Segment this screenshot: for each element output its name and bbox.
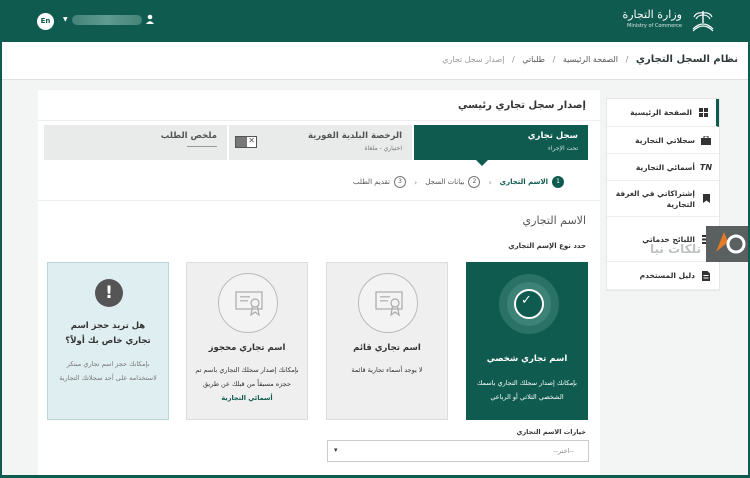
- stage-request-summary[interactable]: ملخص الطلب: [44, 125, 227, 160]
- system-title: نظام السجل التجاري: [635, 54, 738, 65]
- select-placeholder: --اختر--: [553, 447, 574, 455]
- trade-name-options-label: خيارات الاسم التجاري: [516, 428, 586, 436]
- grid-icon: [698, 108, 708, 118]
- card-reserve-trade-name[interactable]: ! هل تريد حجز اسم تجاري خاص بك أولاً؟ بإ…: [47, 262, 169, 420]
- step-number[interactable]: 3: [394, 176, 407, 188]
- divider: [38, 120, 600, 121]
- breadcrumb: نظام السجل التجاري / الصفحة الرئيسية / ط…: [442, 54, 738, 65]
- step-label-submit[interactable]: تقديم الطلب: [353, 178, 390, 186]
- tn-icon: TN: [699, 162, 713, 172]
- breadcrumb-current: إصدار سجل تجاري: [442, 55, 505, 64]
- card-description-text: بإمكانك إصدار سجلك التجاري باسم تم حجزه …: [195, 366, 299, 388]
- trade-name-options-select[interactable]: --اختر-- ▾: [327, 440, 589, 462]
- ministry-logo[interactable]: وزارة التجارة Ministry of Commerce: [606, 8, 716, 34]
- step-number[interactable]: 1: [552, 176, 565, 188]
- language-toggle[interactable]: En: [37, 13, 54, 30]
- stage-title: سجل تجاري: [527, 131, 578, 141]
- card-title: اسم تجاري محجوز: [208, 343, 286, 353]
- certificate-icon: [358, 273, 418, 333]
- breadcrumb-separator: /: [512, 55, 515, 64]
- username-blurred[interactable]: [72, 15, 142, 25]
- stage-status: اختياري - ملغاة: [364, 145, 402, 152]
- exclamation-icon: !: [95, 279, 123, 307]
- chevron-left-icon: ‹: [488, 177, 492, 187]
- card-title: هل تريد حجز اسم تجاري خاص بك أولاً؟: [65, 321, 151, 346]
- breadcrumb-separator: /: [625, 55, 629, 64]
- sidebar-item-label: الصفحة الرئيسية: [630, 108, 692, 117]
- sidebar-item-chamber-subscriptions[interactable]: إشتراكاتي في الغرفة التجارية: [607, 181, 719, 217]
- close-icon: ✕: [248, 136, 255, 145]
- stage-municipal-license[interactable]: الرخصة البلدية الفورية اختياري - ملغاة ✕: [229, 125, 412, 160]
- ministry-name-ar: وزارة التجارة: [622, 8, 682, 21]
- main-panel: إصدار سجل تجاري رئيسي سجل تجاري تحت الإج…: [38, 90, 600, 475]
- step-number[interactable]: 2: [468, 176, 481, 188]
- stage-commercial-record[interactable]: سجل تجاري تحت الإجراء: [414, 125, 588, 166]
- sidebar: الصفحة الرئيسية سجلاتي التجارية TN أسمائ…: [606, 98, 720, 291]
- breadcrumb-requests[interactable]: طلباتي: [522, 55, 545, 64]
- sidebar-item-user-guide[interactable]: دليل المستخدم: [607, 262, 719, 290]
- chevron-left-icon: ‹: [414, 177, 418, 187]
- sidebar-item-home[interactable]: الصفحة الرئيسية: [607, 99, 719, 127]
- card-description: لا يوجد أسماء تجارية قائمة: [351, 366, 423, 374]
- sidebar-item-label: دليل المستخدم: [639, 271, 695, 280]
- palm-swords-emblem-icon: [692, 11, 714, 32]
- section-subtitle: حدد نوع الإسم التجاري: [508, 242, 586, 250]
- sidebar-item-trade-names[interactable]: TN أسمائي التجارية: [607, 154, 719, 181]
- page-header: نظام السجل التجاري / الصفحة الرئيسية / ط…: [0, 42, 750, 80]
- divider: [38, 200, 600, 201]
- divider: [187, 146, 217, 147]
- card-existing-trade-name[interactable]: اسم تجاري قائم لا يوجد أسماء تجارية قائم…: [326, 262, 448, 420]
- card-personal-trade-name[interactable]: ✓ اسم تجاري شخصي بإمكانك إصدار سجلك التج…: [466, 262, 588, 420]
- briefcase-icon: [701, 135, 711, 145]
- ministry-name-en: Ministry of Commerce: [627, 23, 682, 29]
- card-description: بإمكانك حجز اسم تجاري مبتكر لاستخدامه عل…: [59, 360, 157, 382]
- sidebar-item-label: سجلاتي التجارية: [635, 135, 695, 145]
- stage-pointer: [476, 160, 488, 166]
- user-icon[interactable]: [146, 14, 154, 24]
- watermark-text: تلكات نيا: [650, 242, 702, 256]
- section-title: الاسم التجاري: [522, 214, 586, 227]
- bookmark-icon: [701, 194, 711, 204]
- step-label-record-data[interactable]: بيانات السجل: [425, 178, 464, 186]
- card-description: بإمكانك إصدار سجلك التجاري باسم تم حجزه …: [195, 363, 299, 405]
- sidebar-item-label: إشتراكاتي في الغرفة التجارية: [615, 188, 695, 209]
- frame-border: [0, 42, 2, 478]
- chevron-down-icon: ▾: [334, 446, 338, 454]
- stage-title: الرخصة البلدية الفورية: [307, 131, 402, 141]
- card-description: بإمكانك إصدار سجلك التجاري باسمك الشخصي …: [477, 379, 577, 401]
- certificate-icon: [218, 273, 278, 333]
- page-title: إصدار سجل تجاري رئيسي: [458, 100, 586, 111]
- license-toggle[interactable]: ✕: [235, 136, 257, 148]
- my-trade-names-link[interactable]: أسمائي التجارية: [221, 394, 272, 402]
- breadcrumb-separator: /: [552, 55, 556, 64]
- breadcrumb-home[interactable]: الصفحة الرئيسية: [563, 55, 618, 64]
- wizard-steps: 1 الاسم التجاري ‹ 2 بيانات السجل ‹ 3 تقد…: [353, 176, 565, 188]
- top-bar: En ▼ وزارة التجارة Ministry of Commerce: [0, 0, 750, 42]
- step-label-trade-name[interactable]: الاسم التجاري: [500, 178, 548, 186]
- stage-title: ملخص الطلب: [160, 131, 217, 141]
- card-title: اسم تجاري قائم: [353, 343, 421, 353]
- toggle-knob: [236, 137, 247, 147]
- sidebar-item-label: أسمائي التجارية: [635, 162, 695, 172]
- check-circle-icon: ✓: [499, 274, 559, 334]
- chevron-down-icon[interactable]: ▼: [63, 16, 68, 23]
- card-title: اسم تجاري شخصي: [486, 354, 568, 364]
- watermark-logo-icon: [706, 226, 750, 262]
- card-reserved-trade-name[interactable]: اسم تجاري محجوز بإمكانك إصدار سجلك التجا…: [186, 262, 308, 420]
- sidebar-item-records[interactable]: سجلاتي التجارية: [607, 127, 719, 154]
- stage-status: تحت الإجراء: [548, 145, 578, 152]
- document-icon: [701, 270, 711, 281]
